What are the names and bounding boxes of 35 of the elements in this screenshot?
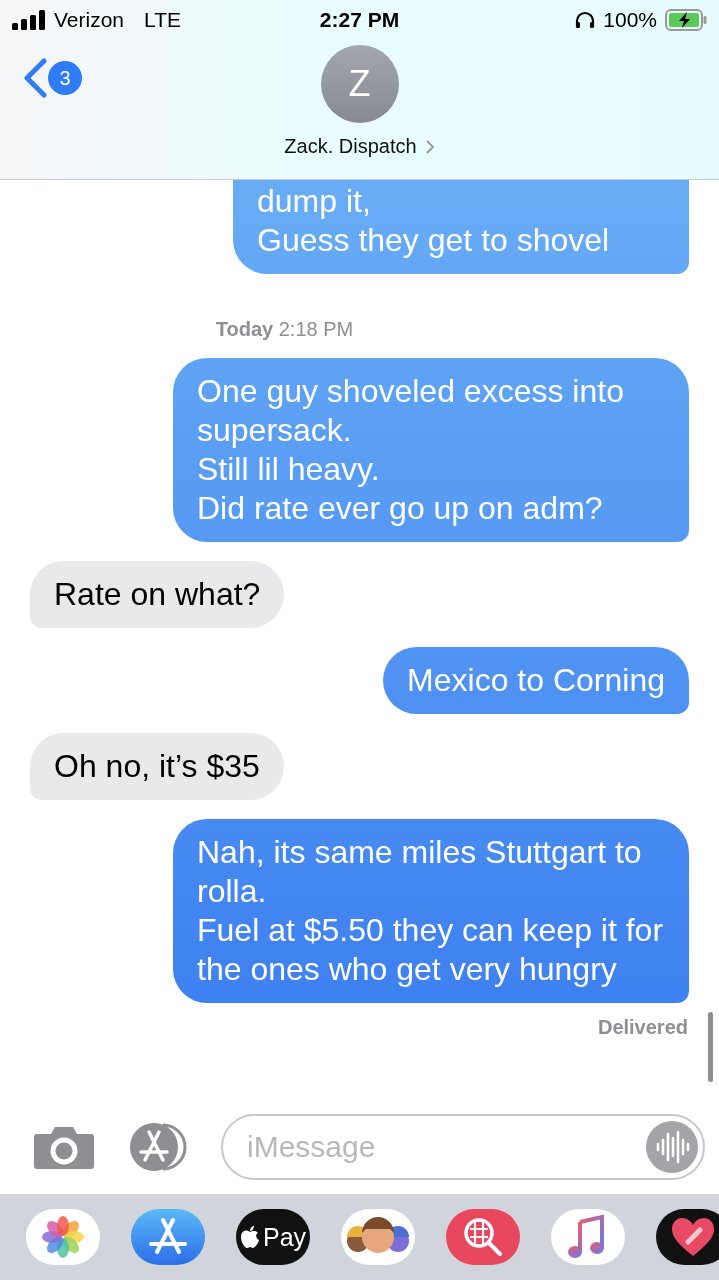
signal-icon xyxy=(12,10,46,30)
heart-app-button[interactable] xyxy=(656,1209,719,1265)
memoji-app-button[interactable] xyxy=(341,1209,415,1265)
carrier-name: Verizon xyxy=(54,8,125,32)
apple-logo-icon xyxy=(239,1225,260,1249)
headphones-icon xyxy=(575,11,596,29)
apple-pay-app-button[interactable]: Pay xyxy=(236,1209,310,1265)
timestamp: Today 2:18 PM xyxy=(215,318,354,341)
app-store-app-button[interactable] xyxy=(131,1209,205,1265)
camera-icon xyxy=(33,1124,95,1170)
battery-charging-icon xyxy=(665,9,707,31)
clock-time: 2:27 PM xyxy=(319,8,400,32)
delivery-status: Delivered xyxy=(597,1016,688,1039)
heart-icon xyxy=(670,1216,716,1258)
scroll-indicator xyxy=(708,1012,713,1082)
chevron-right-icon xyxy=(424,138,435,155)
sent-message-bubble: Nah, its same miles Stuttgart to rolla. Fuel at $5.50 they can keep it for the ones who get very hungry xyxy=(173,819,689,1003)
audio-record-icon[interactable] xyxy=(645,1120,699,1174)
search-app-button[interactable] xyxy=(446,1209,520,1265)
flower-icon xyxy=(40,1214,86,1260)
back-button[interactable]: 3 xyxy=(22,58,82,98)
contact-name[interactable]: Zack. Dispatch xyxy=(284,135,435,158)
received-message-bubble: Oh no, it’s $35 xyxy=(30,733,284,800)
sent-message-bubble: One guy shoveled excess into supersack. Still lil heavy. Did rate ever go up on adm? xyxy=(173,358,689,542)
message-input[interactable]: iMessage xyxy=(221,1114,705,1180)
received-message-bubble: Rate on what? xyxy=(30,561,285,628)
camera-button[interactable] xyxy=(33,1124,95,1170)
apple-pay-label: Pay xyxy=(262,1222,307,1252)
sent-message-bubble: Mexico to Corning xyxy=(383,647,689,714)
network-type: LTE xyxy=(144,8,181,32)
music-app-button[interactable] xyxy=(551,1209,625,1265)
sent-message-bubble: dump it, Guess they get to shovel xyxy=(233,180,689,274)
back-chevron-icon xyxy=(22,58,48,98)
battery-percent: 100% xyxy=(603,8,657,32)
photos-app-button[interactable] xyxy=(26,1209,100,1265)
